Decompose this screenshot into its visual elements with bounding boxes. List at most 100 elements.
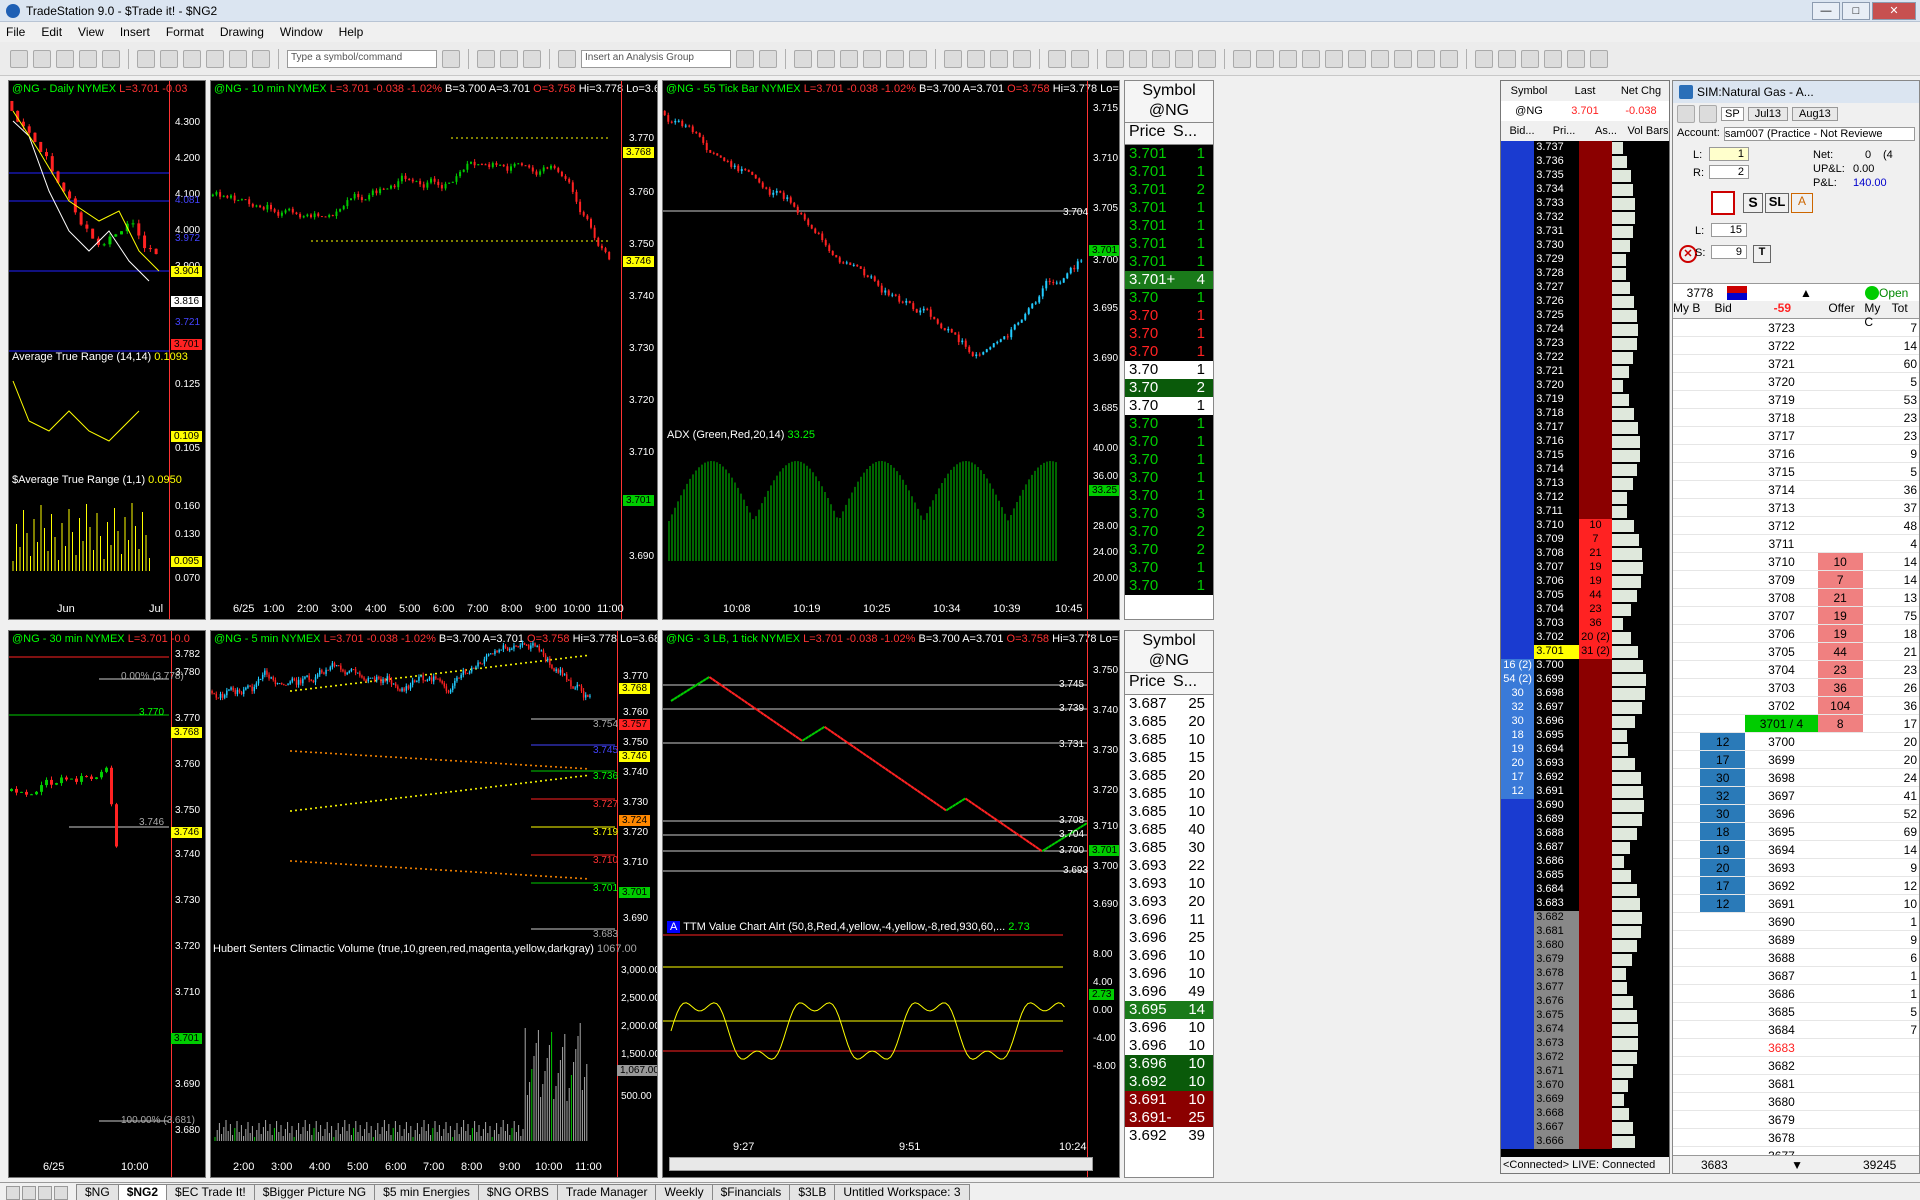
matrix-row[interactable]: 3713 37 <box>1673 499 1919 517</box>
ladder-row[interactable]: 3.718 <box>1501 407 1669 421</box>
time-and-sales-bottom[interactable]: Symbol @NG Price S... 3.687 25 3.685 20 3.685 1… <box>1124 630 1214 1178</box>
tab-last-icon[interactable] <box>54 1186 68 1200</box>
tab-next-icon[interactable] <box>38 1186 52 1200</box>
palette-icon[interactable] <box>1013 49 1031 68</box>
ladder-row[interactable]: 3.717 <box>1501 421 1669 435</box>
ten-min-chart[interactable]: @NG - 10 min NYMEX L=3.701 -0.038 -1.02%… <box>210 80 658 620</box>
target-button[interactable]: T <box>1753 245 1771 263</box>
s-input[interactable]: 9 <box>1711 245 1747 259</box>
route-select[interactable]: SP <box>1721 107 1744 121</box>
globe-icon[interactable] <box>252 49 270 68</box>
matrix-row[interactable]: 3705 44 21 <box>1673 643 1919 661</box>
matrix-row[interactable]: 3702 104 36 <box>1673 697 1919 715</box>
rectangle-icon[interactable] <box>1567 49 1585 68</box>
ladder-row[interactable]: 3.667 <box>1501 1121 1669 1135</box>
arrow-ud-icon[interactable] <box>1371 49 1389 68</box>
ellipse-icon[interactable] <box>1544 49 1562 68</box>
print-icon[interactable] <box>137 49 155 68</box>
matrix-row[interactable]: 17 3699 20 <box>1673 751 1919 769</box>
ladder-row[interactable]: 3.701 31 (2) <box>1501 645 1669 659</box>
menu-file[interactable]: File <box>6 25 25 39</box>
ladder-row[interactable]: 3.723 <box>1501 337 1669 351</box>
arrow-up-icon[interactable] <box>1521 49 1539 68</box>
tab-ng-orbs[interactable]: $NG ORBS <box>477 1184 558 1200</box>
ladder-row[interactable]: 3.726 <box>1501 295 1669 309</box>
gann-icon[interactable] <box>1394 49 1412 68</box>
matrix-row[interactable]: 17 3692 12 <box>1673 877 1919 895</box>
arrow-lr-icon[interactable] <box>1348 49 1366 68</box>
matrix-row[interactable]: 3712 48 <box>1673 517 1919 535</box>
ladder-row[interactable]: 3.722 <box>1501 351 1669 365</box>
matrix-row[interactable]: 3711 4 <box>1673 535 1919 553</box>
candle-icon[interactable] <box>886 49 904 68</box>
matrix-row[interactable]: 3688 6 <box>1673 949 1919 967</box>
radar-icon[interactable] <box>500 49 518 68</box>
ladder-row[interactable]: 3.674 <box>1501 1023 1669 1037</box>
bar-chart-icon[interactable] <box>863 49 881 68</box>
fib-icon[interactable] <box>1302 49 1320 68</box>
ladder-row[interactable]: 3.715 <box>1501 449 1669 463</box>
ladder-row[interactable]: 3.728 <box>1501 267 1669 281</box>
ladder-row[interactable]: 3.731 <box>1501 225 1669 239</box>
menu-window[interactable]: Window <box>280 25 323 39</box>
hline-icon[interactable] <box>1325 49 1343 68</box>
ladder-row[interactable]: 32 3.697 <box>1501 701 1669 715</box>
matrix-row[interactable]: 19 3694 14 <box>1673 841 1919 859</box>
ladder-row[interactable]: 3.685 <box>1501 869 1669 883</box>
matrix-row[interactable]: 3722 14 <box>1673 337 1919 355</box>
folder2-icon[interactable] <box>102 49 120 68</box>
ladder-row[interactable]: 3.737 <box>1501 141 1669 155</box>
matrix-row[interactable]: 3710 10 14 <box>1673 553 1919 571</box>
ladder-row[interactable]: 3.702 20 (2) <box>1501 631 1669 645</box>
scanner-icon[interactable] <box>558 49 576 68</box>
ladder-row[interactable]: 3.684 <box>1501 883 1669 897</box>
pencil-icon[interactable] <box>1440 49 1458 68</box>
matrix-row[interactable]: 3682 <box>1673 1057 1919 1075</box>
tab-financials[interactable]: $Financials <box>711 1184 791 1200</box>
minimize-button[interactable]: — <box>1812 2 1840 20</box>
ladder-row[interactable]: 3.672 <box>1501 1051 1669 1065</box>
analysis-group-input[interactable]: Insert an Analysis Group <box>581 49 731 68</box>
ladder-row[interactable]: 3.676 <box>1501 995 1669 1009</box>
ladder-row[interactable]: 3.725 <box>1501 309 1669 323</box>
matrix-row[interactable]: 18 3695 69 <box>1673 823 1919 841</box>
zoom-in-icon[interactable] <box>1048 49 1066 68</box>
matrix-row[interactable]: 3723 7 <box>1673 319 1919 337</box>
settings-icon[interactable] <box>840 49 858 68</box>
ladder-row[interactable]: 3.683 <box>1501 897 1669 911</box>
menu-edit[interactable]: Edit <box>41 25 62 39</box>
lock-icon[interactable] <box>206 49 224 68</box>
line-icon[interactable] <box>909 49 927 68</box>
ladder-row[interactable]: 3.668 <box>1501 1107 1669 1121</box>
l-input[interactable]: 1 <box>1709 147 1749 161</box>
tab-trade-manager[interactable]: Trade Manager <box>556 1184 657 1200</box>
arrows-icon[interactable] <box>967 49 985 68</box>
matrix-row[interactable]: 30 3696 52 <box>1673 805 1919 823</box>
stop-button[interactable]: S <box>1743 193 1763 213</box>
new-icon[interactable] <box>10 49 28 68</box>
matrix-row[interactable]: 3704 23 23 <box>1673 661 1919 679</box>
window-icon[interactable] <box>183 49 201 68</box>
month-jul13-tab[interactable]: Jul13 <box>1747 107 1788 121</box>
matrix-row[interactable]: 3719 53 <box>1673 391 1919 409</box>
ladder-row[interactable]: 3.734 <box>1501 183 1669 197</box>
horizontal-lines-icon[interactable] <box>1279 49 1297 68</box>
text-icon[interactable] <box>1590 49 1608 68</box>
matrix-row[interactable]: 3714 36 <box>1673 481 1919 499</box>
arc-icon[interactable] <box>1475 49 1493 68</box>
arrow-down-icon[interactable] <box>1498 49 1516 68</box>
matrix-row[interactable]: 12 3700 20 <box>1673 733 1919 751</box>
zoom-out-icon[interactable] <box>1071 49 1089 68</box>
symbol-input[interactable]: Type a symbol/command <box>287 49 437 68</box>
grid-icon[interactable] <box>229 49 247 68</box>
ladder-row[interactable]: 3.716 <box>1501 435 1669 449</box>
tab-weekly[interactable]: Weekly <box>655 1184 713 1200</box>
ladder-row[interactable]: 3.669 <box>1501 1093 1669 1107</box>
ladder-row[interactable]: 3.671 <box>1501 1065 1669 1079</box>
open-icon[interactable] <box>33 49 51 68</box>
tab-5min-energies[interactable]: $5 min Energies <box>374 1184 479 1200</box>
analysis-icon[interactable] <box>736 49 754 68</box>
time-and-sales-top[interactable]: Symbol @NG Price S... 3.701 1 3.701 1 3.701 2 3.… <box>1124 80 1214 620</box>
comment-icon[interactable] <box>1198 49 1216 68</box>
ladder-row[interactable]: 3.711 <box>1501 505 1669 519</box>
